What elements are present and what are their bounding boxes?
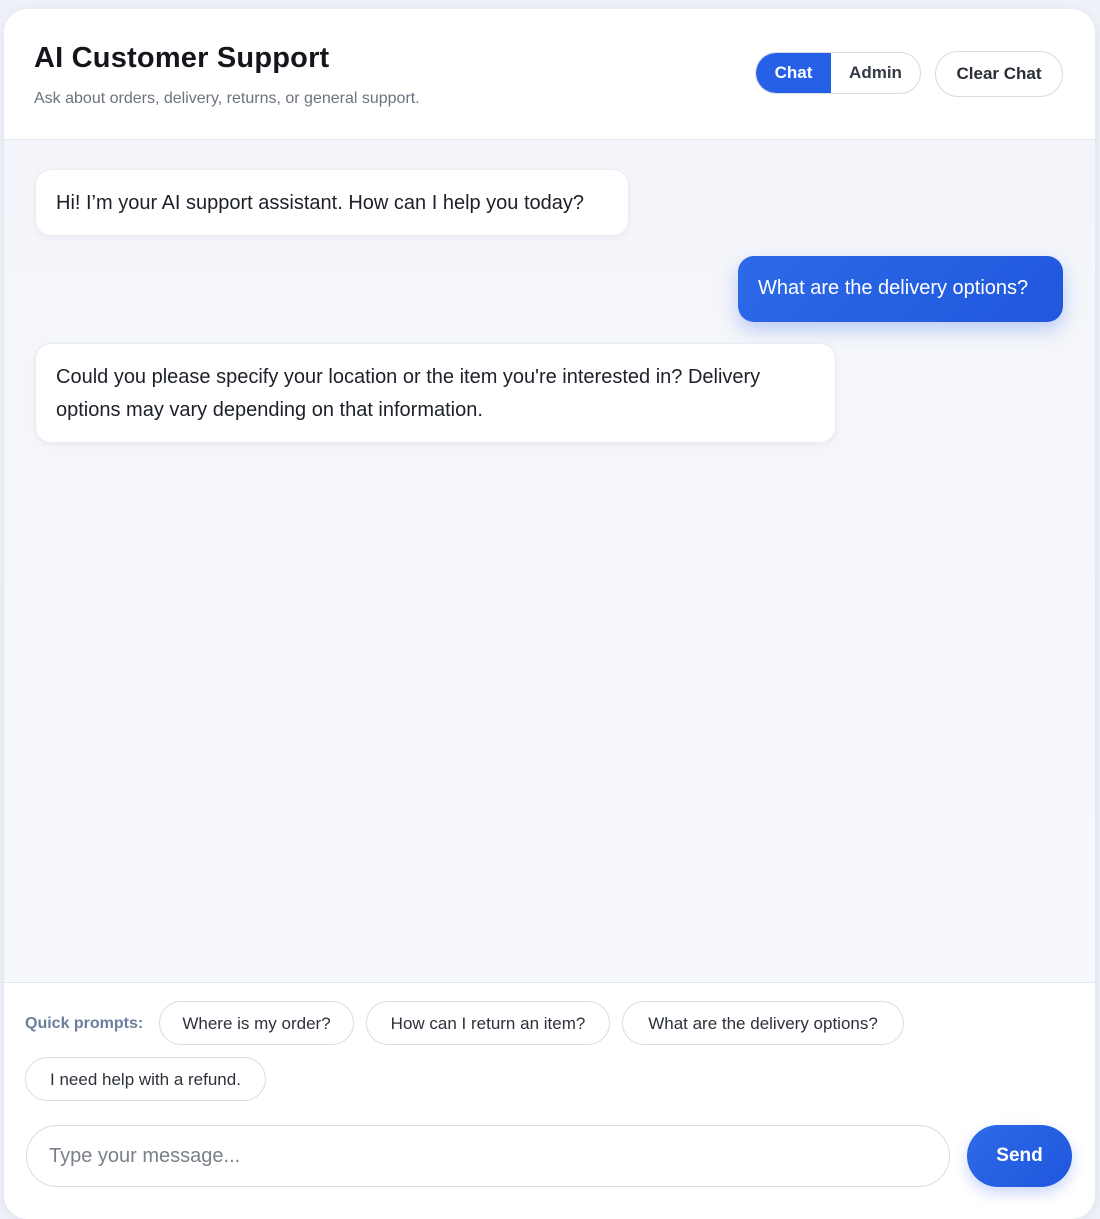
tab-admin[interactable]: Admin	[831, 53, 920, 93]
support-chat-window: AI Customer Support Ask about orders, de…	[4, 9, 1095, 1219]
composer-area: Quick prompts: Where is my order? How ca…	[4, 982, 1095, 1219]
quick-prompt-chip[interactable]: How can I return an item?	[366, 1001, 610, 1045]
clear-chat-button[interactable]: Clear Chat	[935, 51, 1063, 97]
message-list[interactable]: Hi! I’m your AI support assistant. How c…	[4, 140, 1095, 982]
quick-prompt-chip[interactable]: I need help with a refund.	[25, 1057, 266, 1101]
quick-prompts-label: Quick prompts:	[25, 1015, 144, 1032]
page-title: AI Customer Support	[34, 42, 330, 74]
quick-prompt-chip[interactable]: Where is my order?	[159, 1001, 354, 1045]
message-input[interactable]	[26, 1125, 950, 1187]
header: AI Customer Support Ask about orders, de…	[4, 9, 1095, 140]
assistant-message: Hi! I’m your AI support assistant. How c…	[35, 169, 629, 236]
tab-chat[interactable]: Chat	[756, 53, 831, 93]
quick-prompt-chip[interactable]: What are the delivery options?	[622, 1001, 904, 1045]
send-button[interactable]: Send	[967, 1125, 1072, 1187]
user-message: What are the delivery options?	[738, 256, 1063, 322]
page-subtitle: Ask about orders, delivery, returns, or …	[34, 90, 420, 107]
view-toggle: Chat Admin	[755, 52, 921, 94]
assistant-message: Could you please specify your location o…	[35, 343, 836, 443]
